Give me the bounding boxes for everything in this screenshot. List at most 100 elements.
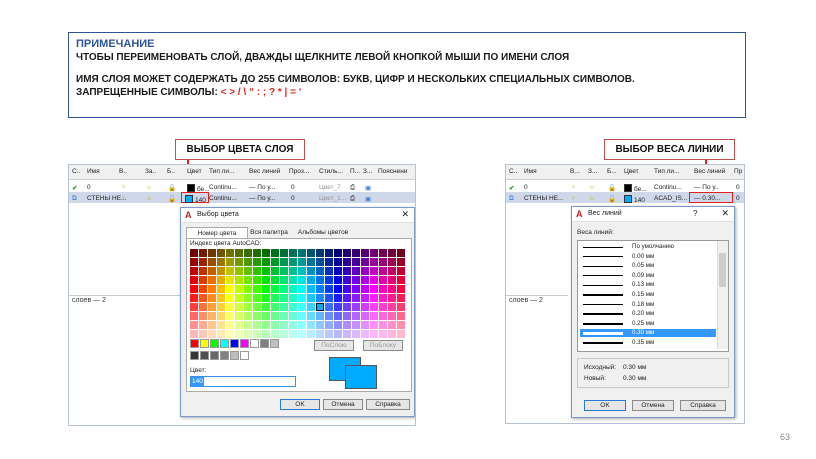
palette-swatch[interactable] [262, 285, 270, 293]
palette-swatch[interactable] [226, 249, 234, 257]
palette-swatch[interactable] [343, 294, 351, 302]
palette-swatch[interactable] [199, 321, 207, 329]
palette-swatch[interactable] [271, 294, 279, 302]
palette-swatch[interactable] [361, 258, 369, 266]
palette-swatch[interactable] [343, 285, 351, 293]
palette-swatch[interactable] [325, 249, 333, 257]
lineweight-option[interactable]: 0.25 мм [580, 320, 716, 328]
palette-swatch[interactable] [379, 330, 387, 338]
palette-swatch[interactable] [388, 330, 396, 338]
layer-lineweight[interactable]: — По у... [249, 184, 275, 191]
col-lineweight[interactable]: Вес линий [249, 168, 280, 175]
palette-swatch[interactable] [235, 330, 243, 338]
palette-swatch[interactable] [298, 294, 306, 302]
palette-swatch[interactable] [280, 312, 288, 320]
lineweight-option[interactable]: 0.35 мм [580, 339, 716, 347]
palette-swatch[interactable] [190, 294, 198, 302]
lineweight-option[interactable]: 0.18 мм [580, 301, 716, 309]
palette-swatch[interactable] [325, 276, 333, 284]
palette-swatch[interactable] [271, 330, 279, 338]
layer-transparency[interactable]: 0 [291, 195, 295, 202]
layer-transparency[interactable]: 0 [736, 184, 740, 191]
palette-swatch[interactable] [307, 258, 315, 266]
palette-swatch[interactable] [388, 276, 396, 284]
palette-swatch[interactable] [361, 294, 369, 302]
scrollbar[interactable] [717, 241, 728, 349]
palette-swatch[interactable] [343, 321, 351, 329]
palette-swatch[interactable] [370, 276, 378, 284]
palette-swatch[interactable] [226, 258, 234, 266]
palette-swatch[interactable] [307, 303, 315, 311]
lock-icon[interactable]: 🔓 [168, 184, 176, 192]
palette-swatch[interactable] [352, 330, 360, 338]
layer-color-value[interactable]: 140 [634, 197, 645, 204]
palette-swatch[interactable] [253, 303, 261, 311]
lineweight-option[interactable]: 0.20 мм [580, 310, 716, 318]
palette-swatch[interactable] [379, 276, 387, 284]
palette-swatch[interactable] [244, 258, 252, 266]
palette-swatch[interactable] [208, 321, 216, 329]
standard-color-swatch[interactable] [260, 339, 269, 348]
sun-icon[interactable]: ☼ [589, 195, 595, 202]
palette-swatch[interactable] [208, 249, 216, 257]
ok-button[interactable]: OK [280, 399, 320, 410]
lock-icon[interactable]: 🔓 [608, 195, 616, 203]
palette-swatch[interactable] [343, 267, 351, 275]
palette-swatch[interactable] [352, 294, 360, 302]
palette-swatch[interactable] [190, 330, 198, 338]
palette-swatch[interactable] [316, 276, 324, 284]
palette-swatch[interactable] [343, 303, 351, 311]
palette-swatch[interactable] [235, 258, 243, 266]
palette-swatch[interactable] [370, 294, 378, 302]
layer-linetype[interactable]: Continu... [209, 195, 237, 202]
palette-swatch[interactable] [343, 312, 351, 320]
palette-swatch[interactable] [280, 330, 288, 338]
palette-swatch[interactable] [397, 258, 405, 266]
standard-color-swatch[interactable] [220, 339, 229, 348]
lineweight-option[interactable]: По умолчанию [580, 243, 716, 251]
palette-swatch[interactable] [379, 285, 387, 293]
palette-swatch[interactable] [226, 330, 234, 338]
palette-swatch[interactable] [298, 321, 306, 329]
palette-swatch[interactable] [397, 285, 405, 293]
col-name[interactable]: Имя [87, 168, 100, 175]
palette-swatch[interactable] [217, 312, 225, 320]
palette-swatch[interactable] [289, 258, 297, 266]
cancel-button[interactable]: Отмена [323, 399, 363, 410]
palette-swatch[interactable] [334, 294, 342, 302]
palette-swatch[interactable] [334, 330, 342, 338]
help-question-icon[interactable]: ? [693, 209, 697, 218]
layer-row[interactable]: ✔ 0 ♀ ☼ 🔓 бе... Continu... — По у.. 0 [506, 181, 744, 193]
palette-swatch[interactable] [190, 249, 198, 257]
palette-swatch[interactable] [352, 258, 360, 266]
lineweight-option[interactable]: 0.30 мм [580, 329, 716, 338]
palette-swatch[interactable] [307, 267, 315, 275]
close-icon[interactable]: ✕ [401, 209, 409, 220]
palette-swatch[interactable] [370, 312, 378, 320]
palette-swatch[interactable] [217, 294, 225, 302]
palette-swatch[interactable] [226, 321, 234, 329]
palette-swatch[interactable] [388, 303, 396, 311]
palette-swatch[interactable] [298, 330, 306, 338]
palette-swatch[interactable] [190, 276, 198, 284]
palette-swatch[interactable] [226, 285, 234, 293]
palette-swatch[interactable] [199, 330, 207, 338]
palette-swatch[interactable] [325, 285, 333, 293]
printer-icon[interactable]: ⎙ [350, 184, 355, 192]
palette-swatch[interactable] [235, 276, 243, 284]
help-button[interactable]: Справка [680, 400, 726, 411]
palette-swatch[interactable] [253, 267, 261, 275]
palette-swatch[interactable] [226, 267, 234, 275]
layer-row[interactable]: ✔ 0 ♀ ☼ 🔓 бе... Continu... — По у... 0 Ц… [69, 181, 415, 193]
palette-swatch[interactable] [289, 321, 297, 329]
color-palette[interactable] [190, 249, 405, 338]
gray-color-swatch[interactable] [210, 351, 219, 360]
palette-swatch[interactable] [316, 285, 324, 293]
gray-color-swatch[interactable] [220, 351, 229, 360]
palette-swatch[interactable] [325, 258, 333, 266]
palette-swatch[interactable] [235, 321, 243, 329]
palette-swatch[interactable] [262, 258, 270, 266]
layer-name[interactable]: 0 [87, 184, 91, 191]
standard-colors[interactable] [190, 339, 279, 348]
palette-swatch[interactable] [262, 249, 270, 257]
